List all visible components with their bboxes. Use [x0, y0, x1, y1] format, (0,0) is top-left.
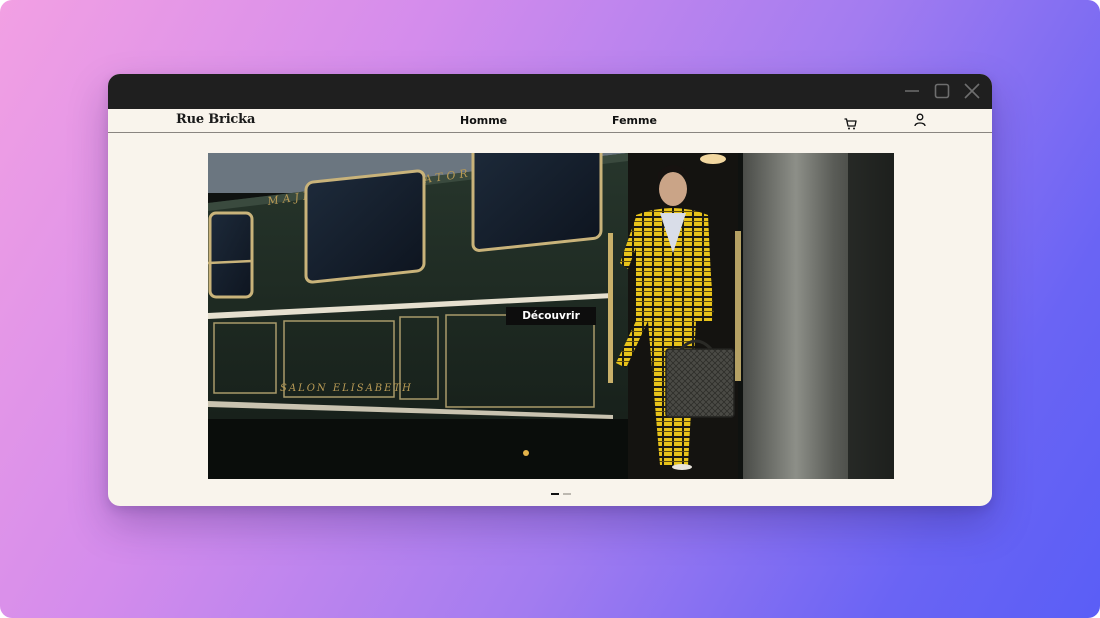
train-lettering-bottom: SALON ELISABETH: [280, 383, 413, 394]
nav-link-femme[interactable]: Femme: [612, 114, 657, 127]
hero-banner: MAJESTIC IMPERATOR SALON ELISABETH: [208, 153, 894, 479]
window-titlebar: [108, 74, 992, 109]
cart-icon[interactable]: [844, 117, 857, 135]
close-icon[interactable]: [963, 82, 981, 100]
site-header: Rue Bricka Homme Femme: [108, 109, 992, 133]
carousel-dot-active[interactable]: [551, 493, 559, 495]
carousel-dot[interactable]: [563, 493, 571, 495]
brand-logo[interactable]: Rue Bricka: [176, 112, 255, 127]
nav-link-homme[interactable]: Homme: [460, 114, 507, 127]
browser-window: Rue Bricka Homme Femme SALON ELISABETH D…: [108, 74, 992, 506]
user-icon[interactable]: [914, 113, 926, 132]
minimize-icon[interactable]: [903, 82, 921, 100]
discover-button[interactable]: Découvrir: [506, 307, 596, 325]
maximize-icon[interactable]: [933, 82, 951, 100]
